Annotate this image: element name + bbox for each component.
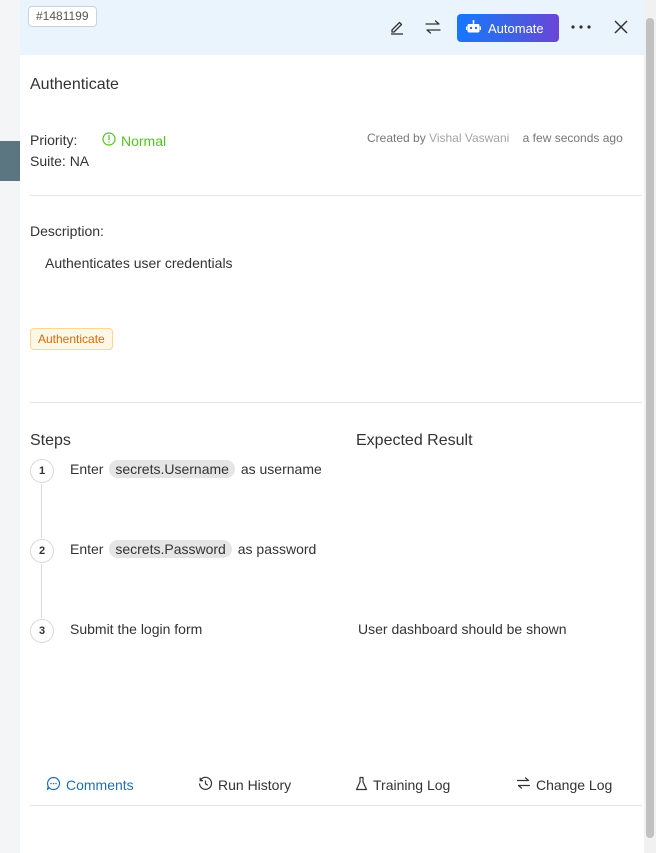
panel-header: #1481199 Automate — [20, 0, 644, 55]
swap-icon — [516, 776, 531, 793]
automate-label: Automate — [488, 20, 544, 36]
divider — [30, 195, 642, 196]
edit-icon[interactable] — [384, 14, 410, 40]
test-case-panel: #1481199 Automate Authenticate Priority:… — [20, 0, 644, 853]
background-strip — [0, 0, 20, 853]
created-prefix: Created by — [367, 131, 426, 145]
steps-header: Steps — [30, 432, 71, 449]
priority-value[interactable]: Normal — [102, 132, 166, 149]
scrollbar[interactable] — [644, 0, 656, 853]
created-time: a few seconds ago — [522, 131, 623, 145]
step-text[interactable]: Submit the login form — [70, 621, 202, 637]
secret-chip: secrets.Password — [109, 540, 232, 558]
swap-icon[interactable] — [420, 14, 446, 40]
description-text: Authenticates user credentials — [45, 255, 233, 271]
secret-chip: secrets.Username — [109, 460, 235, 478]
step-number: 3 — [30, 619, 54, 643]
step-text-post: as password — [237, 541, 317, 557]
step-expected-result[interactable]: User dashboard should be shown — [358, 621, 567, 637]
robot-icon — [466, 19, 481, 37]
divider — [30, 402, 642, 403]
step-number: 2 — [30, 539, 54, 563]
step-connector — [41, 484, 42, 538]
expected-result-header: Expected Result — [356, 432, 473, 449]
history-icon — [198, 776, 213, 794]
flask-icon — [355, 776, 368, 794]
step-connector — [41, 564, 42, 618]
tab-change-log[interactable]: Change Log — [516, 776, 612, 793]
step-text[interactable]: Enter secrets.Password as password — [70, 540, 316, 558]
step-text[interactable]: Enter secrets.Username as username — [70, 460, 322, 478]
automate-button[interactable]: Automate — [457, 14, 559, 42]
background-block — [0, 141, 20, 181]
step-text-post: as username — [240, 461, 322, 477]
step-text-pre: Enter — [70, 461, 104, 477]
created-info: Created by Vishal Vaswani a few seconds … — [367, 131, 623, 145]
priority-label: Priority: — [30, 132, 78, 148]
step-text-pre: Enter — [70, 541, 104, 557]
tab-run-history[interactable]: Run History — [198, 776, 291, 794]
tab-label: Comments — [66, 777, 134, 793]
tab-label: Run History — [218, 777, 292, 793]
priority-value-text: Normal — [121, 132, 167, 149]
tab-comments[interactable]: Comments — [46, 776, 134, 794]
comment-icon — [46, 776, 61, 794]
scrollbar-thumb[interactable] — [646, 18, 654, 838]
tab-training-log[interactable]: Training Log — [355, 776, 450, 794]
tab-label: Change Log — [536, 776, 613, 793]
info-circle-icon — [102, 132, 116, 149]
bottom-tabs: Comments Run History Training Log Change… — [30, 766, 642, 806]
close-icon[interactable] — [608, 14, 634, 40]
description-label: Description: — [30, 223, 104, 239]
test-case-id-badge[interactable]: #1481199 — [28, 6, 97, 27]
created-by-name: Vishal Vaswani — [429, 131, 510, 145]
suite-label: Suite: NA — [30, 153, 90, 169]
tab-label: Training Log — [373, 777, 451, 793]
test-case-title: Authenticate — [30, 76, 119, 93]
tag-badge[interactable]: Authenticate — [30, 328, 113, 350]
more-icon[interactable] — [568, 14, 594, 40]
step-number: 1 — [30, 459, 54, 483]
